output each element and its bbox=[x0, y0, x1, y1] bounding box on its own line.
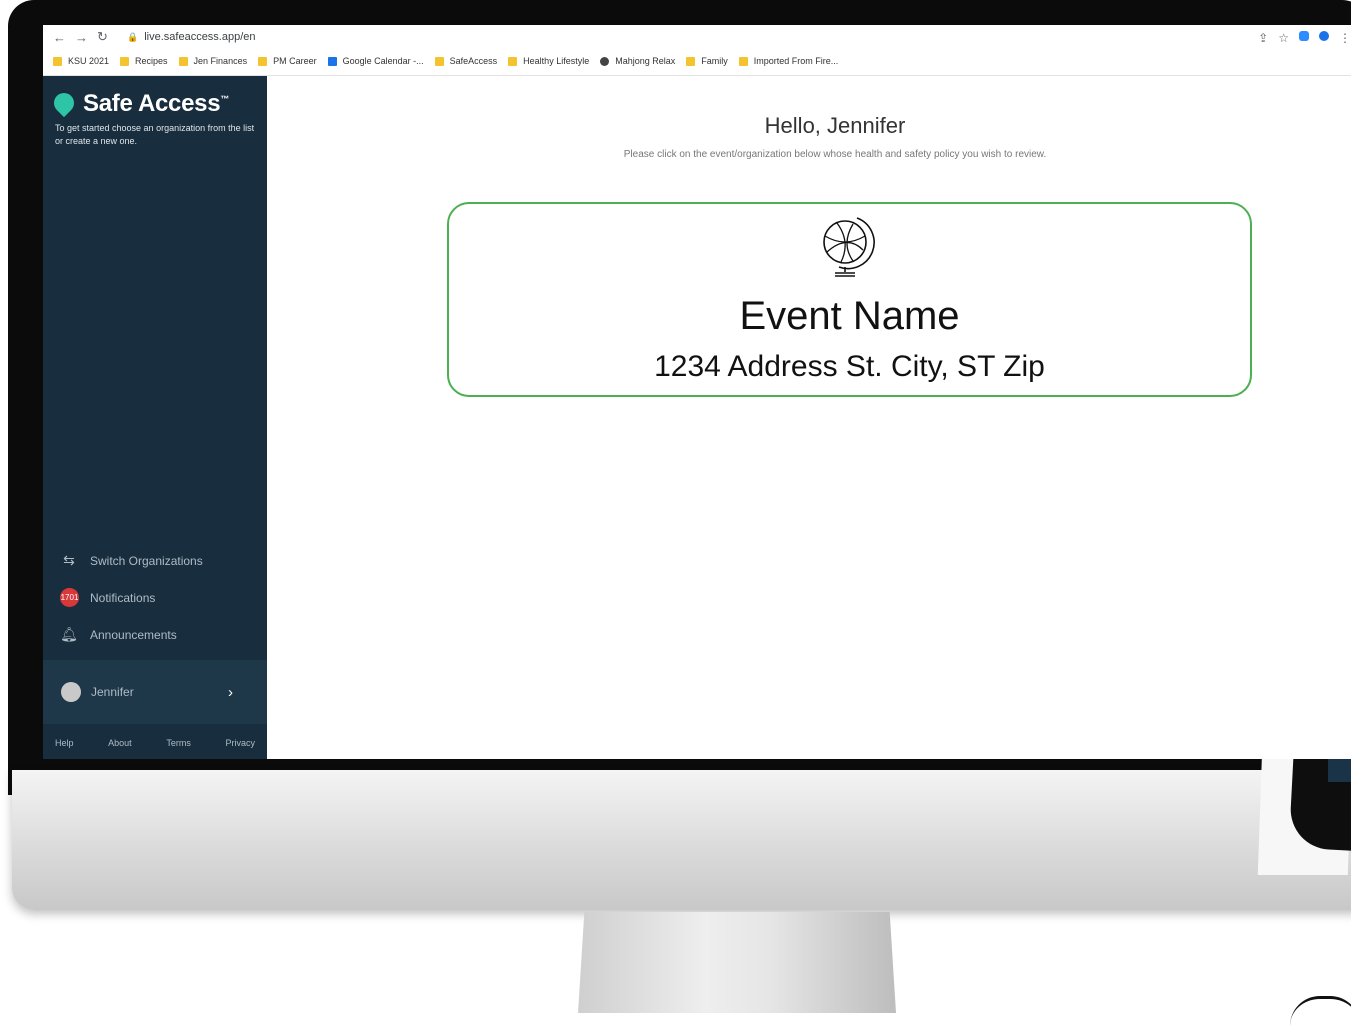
folder-icon bbox=[508, 56, 518, 66]
folder-icon bbox=[53, 56, 62, 66]
event-card[interactable]: Event Name 1234 Address St. City, ST Zip bbox=[447, 202, 1252, 397]
sidebar-footer: Help About Terms Privacy bbox=[43, 726, 267, 759]
event-address: 1234 Address St. City, ST Zip bbox=[654, 350, 1045, 383]
folder-icon bbox=[120, 56, 130, 66]
bell-icon: 🔔︎ bbox=[60, 626, 78, 642]
monitor-chin bbox=[12, 770, 1351, 910]
back-icon[interactable]: ← bbox=[53, 30, 75, 45]
about-link[interactable]: About bbox=[108, 738, 132, 748]
map-pin-icon bbox=[49, 88, 79, 118]
sidebar-item-switch-organizations[interactable]: ⇆ Switch Organizations bbox=[43, 542, 267, 579]
more-menu-icon[interactable]: ⋮ bbox=[1339, 31, 1351, 45]
folder-icon bbox=[258, 56, 268, 66]
globe-icon bbox=[817, 214, 877, 283]
bookmark-pm-career[interactable]: PM Career bbox=[258, 56, 317, 66]
bookmark-family[interactable]: Family bbox=[686, 56, 728, 66]
bookmark-google-calendar[interactable]: Google Calendar -... bbox=[327, 56, 424, 66]
globe-icon bbox=[600, 56, 610, 66]
sidebar-item-notifications[interactable]: 1701 Notifications bbox=[43, 579, 267, 616]
sidebar-item-label: Switch Organizations bbox=[90, 553, 203, 568]
folder-icon bbox=[178, 56, 188, 66]
calendar-icon bbox=[327, 56, 337, 66]
help-link[interactable]: Help bbox=[55, 738, 74, 748]
share-icon[interactable]: ⇪ bbox=[1258, 31, 1268, 45]
bookmark-recipes[interactable]: Recipes bbox=[120, 56, 168, 66]
monitor-screen: ← → ↻ 🔒 live.safeaccess.app/en ⇪ ☆ ⋮ KSU… bbox=[43, 25, 1351, 759]
trademark-symbol: ™ bbox=[220, 94, 229, 104]
bookmark-ksu-2021[interactable]: KSU 2021 bbox=[53, 56, 109, 66]
zoom-extension-icon[interactable] bbox=[1299, 31, 1309, 41]
avatar bbox=[61, 682, 81, 702]
sidebar-menu: ⇆ Switch Organizations 1701 Notification… bbox=[43, 542, 267, 653]
event-name: Event Name bbox=[739, 294, 960, 338]
url-text[interactable]: live.safeaccess.app/en bbox=[144, 31, 255, 43]
sidebar-intro-text: To get started choose an organization fr… bbox=[55, 123, 255, 146]
folder-icon bbox=[686, 56, 696, 66]
chevron-right-icon: › bbox=[228, 683, 233, 701]
bookmark-safeaccess[interactable]: SafeAccess bbox=[434, 56, 497, 66]
notification-count-badge: 1701 bbox=[60, 588, 79, 607]
user-name: Jennifer bbox=[91, 685, 134, 699]
folder-icon bbox=[738, 56, 748, 66]
lock-icon[interactable]: 🔒 bbox=[127, 32, 138, 43]
browser-chrome: ← → ↻ 🔒 live.safeaccess.app/en ⇪ ☆ ⋮ KSU… bbox=[43, 25, 1351, 76]
sidebar-item-label: Announcements bbox=[90, 627, 177, 642]
bookmark-jen-finances[interactable]: Jen Finances bbox=[178, 56, 247, 66]
browser-toolbar-icons: ⇪ ☆ ⋮ bbox=[1258, 31, 1351, 45]
brand-logo[interactable]: Safe Access™ bbox=[43, 76, 267, 118]
privacy-link[interactable]: Privacy bbox=[225, 738, 255, 748]
sidebar-item-announcements[interactable]: 🔔︎ Announcements bbox=[43, 616, 267, 653]
address-bar: ← → ↻ 🔒 live.safeaccess.app/en ⇪ ☆ ⋮ bbox=[43, 25, 1351, 49]
star-icon[interactable]: ☆ bbox=[1278, 31, 1289, 45]
monitor-stand bbox=[578, 912, 896, 1013]
reload-icon[interactable]: ↻ bbox=[97, 29, 119, 45]
bookmark-mahjong-relax[interactable]: Mahjong Relax bbox=[600, 56, 675, 66]
switch-arrows-icon: ⇆ bbox=[63, 552, 75, 568]
brand-name: Safe Access bbox=[83, 90, 221, 117]
bookmark-imported[interactable]: Imported From Fire... bbox=[738, 56, 838, 66]
extension-icon[interactable] bbox=[1319, 31, 1329, 41]
bookmarks-bar: KSU 2021 Recipes Jen Finances PM Career … bbox=[43, 49, 1351, 73]
main-content: Hello, Jennifer Please click on the even… bbox=[267, 76, 1351, 759]
bookmark-healthy-lifestyle[interactable]: Healthy Lifestyle bbox=[508, 56, 589, 66]
forward-icon[interactable]: → bbox=[75, 30, 97, 45]
sidebar-item-label: Notifications bbox=[90, 590, 156, 605]
page-title: Hello, Jennifer bbox=[764, 113, 906, 138]
folder-icon bbox=[434, 56, 444, 66]
terms-link[interactable]: Terms bbox=[166, 738, 191, 748]
page-instructions: Please click on the event/organization b… bbox=[623, 149, 1047, 160]
user-profile-row[interactable]: Jennifer › bbox=[43, 660, 267, 724]
sidebar: Safe Access™ To get started choose an or… bbox=[43, 76, 267, 759]
